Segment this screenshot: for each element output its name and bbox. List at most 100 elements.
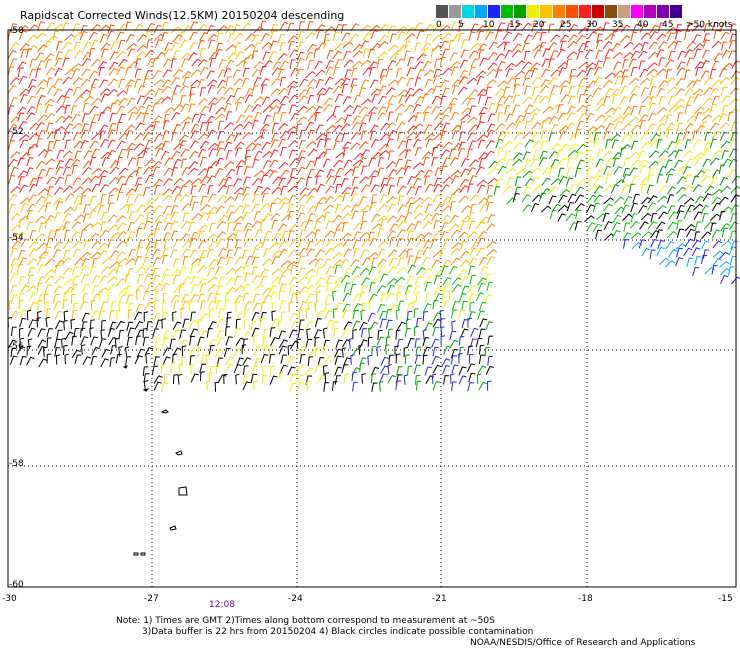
wind-barb [730,204,740,213]
wind-barb [655,204,667,213]
wind-barb [533,49,542,59]
wind-barb [242,331,252,340]
wind-barb [19,309,28,319]
wind-barb [542,106,553,114]
wind-barb [701,59,710,69]
wind-barb [442,365,450,375]
wind-barb [540,130,548,140]
wind-barb [352,381,358,392]
wind-barb [163,58,172,68]
wind-barb [603,165,612,175]
wind-barb [668,104,679,113]
wind-barb [412,162,424,170]
wind-barb [234,192,243,202]
lat-label-60: -60 [9,580,24,590]
wind-barb [205,354,211,365]
wind-barb [379,365,389,374]
wind-barb [360,130,367,141]
wind-barb [72,122,83,130]
wind-barb [83,223,94,231]
wind-barb [55,320,64,330]
wind-barb [172,353,177,364]
wind-barb [197,23,208,32]
wind-barb [396,121,406,131]
wind-barb [422,246,432,256]
wind-barb [250,321,257,331]
wind-barb [216,256,226,266]
wind-barb [521,22,532,31]
wind-barb [514,176,522,186]
wind-barb [641,41,649,52]
wind-barb [360,40,369,50]
wind-barb [631,175,639,185]
wind-barb [434,58,441,69]
island-outline [140,552,146,556]
wind-barb [73,95,84,104]
wind-barb [584,49,594,59]
wind-barb [477,282,486,292]
wind-barb [305,284,316,294]
wind-barb [99,33,108,44]
wind-barb [28,133,39,141]
wind-barb [434,167,442,177]
wind-barb [225,44,237,52]
wind-barb [468,212,475,222]
wind-barb [655,221,666,230]
wind-barb [316,183,325,193]
wind-barb [307,187,318,196]
wind-barb [557,167,565,178]
wind-barb [505,167,517,175]
wind-barb [261,192,269,203]
wind-barb [98,242,109,251]
wind-barb [288,301,294,313]
wind-barb [37,264,46,274]
wind-barb [371,345,377,356]
lat-label-58: -58 [9,459,24,469]
wind-barb [700,254,708,265]
wind-barb [341,328,350,338]
wind-barb [497,80,508,88]
wind-barb [425,138,434,148]
wind-barb [278,122,289,131]
wind-barb [396,338,404,349]
wind-barb [278,248,288,258]
wind-barb [160,150,170,160]
wind-barb [557,204,568,213]
wind-barb [693,211,703,221]
wind-barb [172,258,181,268]
wind-barb [623,157,630,168]
wind-barb [350,354,355,365]
wind-barb [360,79,370,88]
wind-barb [305,268,316,276]
wind-barb [116,191,124,202]
wind-barb [81,113,89,123]
wind-barb [189,355,195,366]
wind-barb [82,41,92,51]
wind-barb [460,220,468,230]
wind-barb [468,140,477,150]
wind-barb [10,247,18,257]
wind-barb [89,140,99,149]
wind-barb [37,21,45,31]
wind-barb [37,129,46,139]
wind-barb [127,231,136,241]
wind-barb [172,50,181,60]
wind-barb [179,39,189,49]
wind-barb [316,291,321,302]
wind-barb [658,184,669,193]
wind-barb [388,168,398,178]
wind-barb [298,31,305,41]
wind-barb [605,157,615,167]
wind-barb [623,222,630,232]
wind-barb [458,375,467,385]
wind-barb [269,98,281,106]
wind-barb [124,285,132,295]
wind-barb [423,111,430,122]
wind-barb [638,60,646,70]
wind-barb [666,77,676,87]
wind-barb [278,177,287,187]
wind-barb [163,205,172,215]
wind-barb [342,95,352,105]
wind-barb [684,123,694,132]
wind-barb [215,106,226,115]
